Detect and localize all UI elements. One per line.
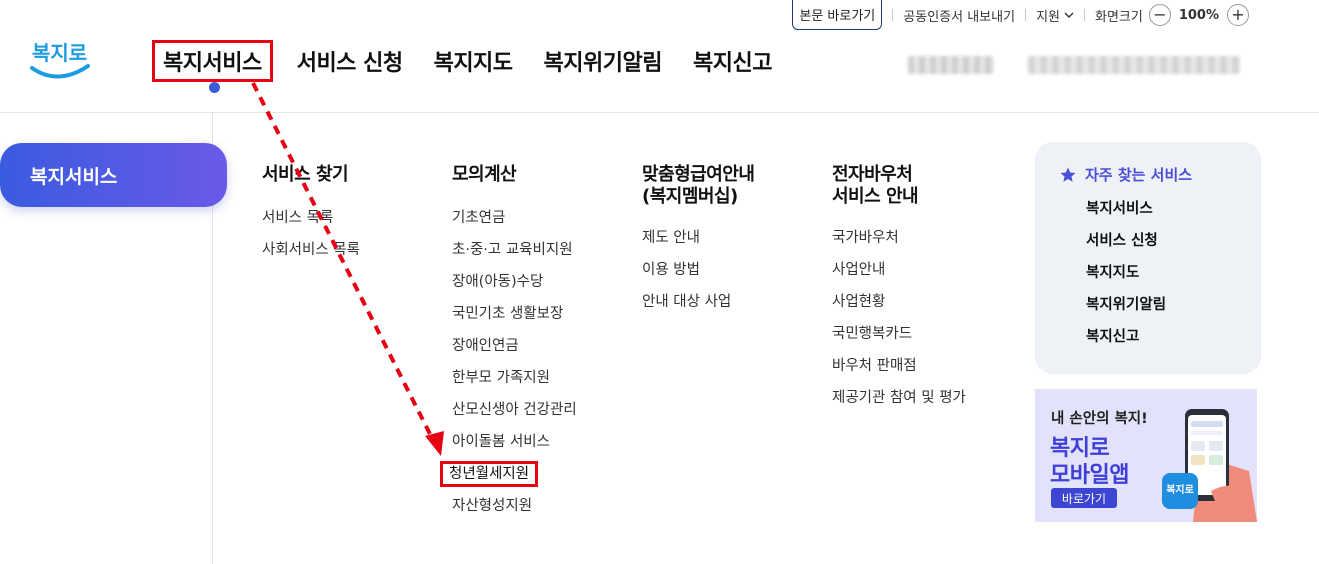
menu-item[interactable]: 안내 대상 사업 [642, 292, 754, 324]
arrow-head-icon [425, 431, 444, 456]
phone-in-hand-illustration [1162, 409, 1257, 522]
menu-item[interactable]: 사업안내 [832, 260, 966, 292]
favorite-item[interactable]: 복지위기알림 [1086, 295, 1261, 327]
menu-item-youth-rent-highlighted[interactable]: 청년월세지원 [440, 461, 577, 496]
skip-to-content-link[interactable]: 본문 바로가기 [792, 0, 883, 30]
menu-item[interactable]: 제도 안내 [642, 228, 754, 260]
star-icon [1060, 167, 1076, 182]
favorites-title: 자주 찾는 서비스 [1085, 166, 1193, 184]
menu-column-customized-benefits: 맞춤형급여안내 (복지멤버십) 제도 안내 이용 방법 안내 대상 사업 [642, 164, 755, 324]
support-dropdown[interactable]: 지원 [1036, 6, 1074, 25]
redacted-user-info [908, 56, 994, 74]
menu-item[interactable]: 서비스 목록 [262, 208, 360, 240]
menu-item[interactable]: 국민행복카드 [832, 324, 966, 356]
site-logo[interactable]: 복지로 [28, 30, 94, 86]
banner-subtitle: 내 손안의 복지! [1051, 411, 1148, 427]
utility-bar: 본문 바로가기 공동인증서 내보내기 지원 화면크기 − 100% + [792, 0, 1249, 30]
menu-item[interactable]: 바우처 판매점 [832, 356, 966, 388]
gnb-welfare-service[interactable]: 복지서비스 [152, 40, 273, 82]
svg-text:복지로: 복지로 [32, 41, 87, 65]
zoom-value: 100% [1178, 7, 1219, 23]
divider [892, 9, 894, 21]
favorite-item[interactable]: 복지신고 [1086, 327, 1261, 359]
gnb-welfare-report[interactable]: 복지신고 [693, 45, 772, 77]
support-label: 지원 [1036, 9, 1060, 25]
menu-item[interactable]: 국가바우처 [832, 228, 966, 260]
menu-item[interactable]: 장애(아동)수당 [452, 272, 577, 304]
menu-item[interactable]: 국민기초 생활보장 [452, 304, 577, 336]
gnb-welfare-map[interactable]: 복지지도 [434, 45, 513, 77]
menu-item[interactable]: 사업현황 [832, 292, 966, 324]
menu-column-service-search: 서비스 찾기 서비스 목록 사회서비스 목록 [262, 164, 360, 272]
chevron-down-icon [1064, 12, 1074, 18]
favorite-item[interactable]: 복지지도 [1086, 263, 1261, 295]
zoom-out-button[interactable]: − [1148, 4, 1171, 26]
favorite-services-panel: 자주 찾는 서비스 복지서비스 서비스 신청 복지지도 복지위기알림 복지신고 [1035, 142, 1261, 374]
column-title: 맞춤형급여안내 (복지멤버십) [642, 164, 755, 207]
gnb-service-apply[interactable]: 서비스 신청 [297, 45, 403, 77]
main-navigation: 복지서비스 서비스 신청 복지지도 복지위기알림 복지신고 [150, 40, 803, 82]
menu-item[interactable]: 산모신생아 건강관리 [452, 400, 577, 432]
certificate-export-link[interactable]: 공동인증서 내보내기 [903, 6, 1015, 25]
menu-item-label: 청년월세지원 [440, 461, 539, 487]
menu-item[interactable]: 이용 방법 [642, 260, 754, 292]
menu-item[interactable]: 초·중·고 교육비지원 [452, 240, 577, 272]
gnb-welfare-alert[interactable]: 복지위기알림 [544, 45, 663, 77]
banner-go-button[interactable]: 바로가기 [1051, 488, 1117, 508]
sidebar-active-category[interactable]: 복지서비스 [0, 143, 227, 207]
menu-item[interactable]: 장애인연금 [452, 336, 577, 368]
menu-column-e-voucher: 전자바우처 서비스 안내 국가바우처 사업안내 사업현황 국민행복카드 바우처 … [832, 164, 966, 420]
zoom-label: 화면크기 [1094, 9, 1143, 25]
menu-item[interactable]: 사회서비스 목록 [262, 240, 360, 272]
column-title: 모의계산 [452, 164, 517, 185]
menu-item[interactable]: 기초연금 [452, 208, 577, 240]
menu-item[interactable]: 아이돌봄 서비스 [452, 432, 577, 464]
active-indicator-dot [209, 82, 220, 93]
redacted-user-links [1028, 56, 1240, 74]
mobile-app-banner[interactable]: 내 손안의 복지! 복지로 모바일앱 바로가기 복지로 [1035, 389, 1257, 522]
favorite-item[interactable]: 복지서비스 [1086, 199, 1261, 231]
banner-title-line2: 모바일앱 [1050, 463, 1129, 488]
column-title: 전자바우처 서비스 안내 [832, 164, 919, 207]
column-title: 서비스 찾기 [262, 164, 349, 185]
bokjiro-logo-icon: 복지로 [30, 41, 90, 79]
menu-column-mock-calculation: 모의계산 기초연금 초·중·고 교육비지원 장애(아동)수당 국민기초 생활보장… [440, 164, 577, 528]
header-divider [0, 112, 1319, 113]
favorites-header: 자주 찾는 서비스 [1059, 164, 1261, 185]
zoom-in-button[interactable]: + [1227, 4, 1249, 26]
menu-item[interactable]: 제공기관 참여 및 평가 [832, 388, 966, 420]
divider [1083, 9, 1085, 21]
favorite-item[interactable]: 서비스 신청 [1086, 231, 1261, 263]
app-icon-label: 복지로 [1166, 485, 1194, 496]
menu-item[interactable]: 한부모 가족지원 [452, 368, 577, 400]
divider [1025, 9, 1027, 21]
menu-item[interactable]: 자산형성지원 [452, 496, 577, 528]
